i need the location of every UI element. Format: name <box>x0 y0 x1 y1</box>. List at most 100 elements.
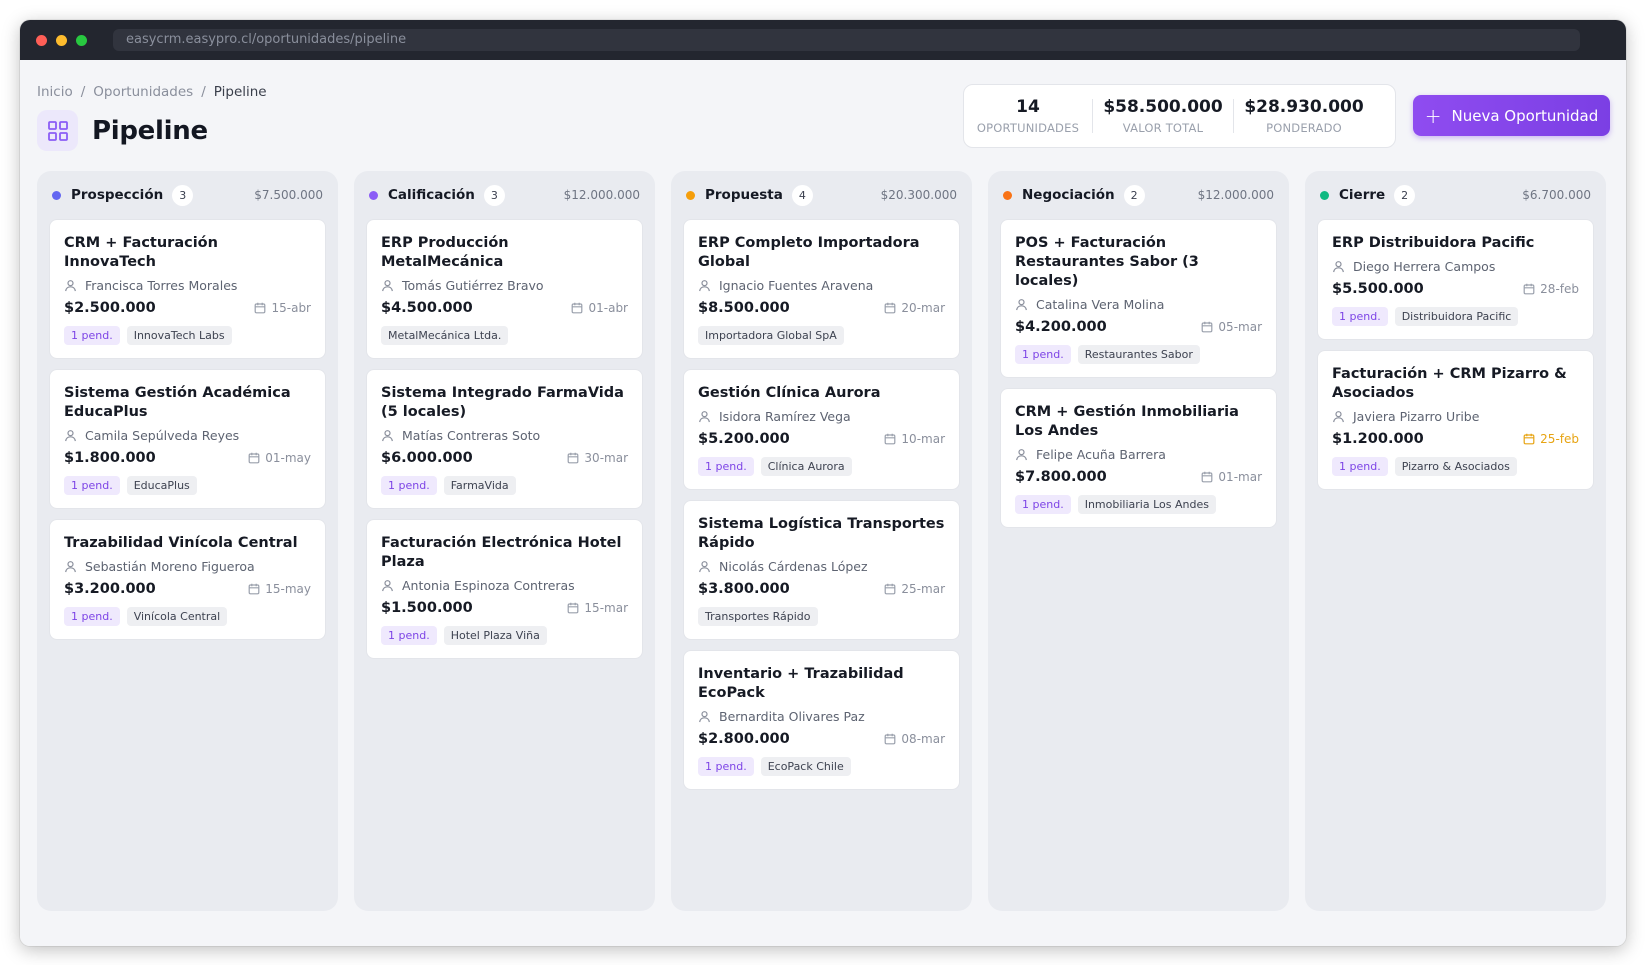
address-bar[interactable]: easycrm.easypro.cl/oportunidades/pipelin… <box>113 29 1580 51</box>
contact-name: Antonia Espinoza Contreras <box>402 578 575 593</box>
card-tags: Transportes Rápido <box>698 607 945 626</box>
card-contact: Matías Contreras Soto <box>381 428 628 443</box>
card-amount-row: $1.500.000 15-mar <box>381 600 628 616</box>
grid-icon <box>37 110 78 151</box>
user-icon <box>1332 410 1353 423</box>
card-contact: Francisca Torres Morales <box>64 278 311 293</box>
contact-name: Ignacio Fuentes Aravena <box>719 278 874 293</box>
company-tag: Restaurantes Sabor <box>1077 345 1200 364</box>
close-date: 28-feb <box>1540 282 1579 296</box>
calendar-icon <box>248 452 265 464</box>
card-tags: 1 pend. EcoPack Chile <box>698 757 945 776</box>
column-count-badge: 2 <box>1394 184 1416 206</box>
breadcrumb-item-oportunidades[interactable]: Oportunidades <box>93 84 193 100</box>
opportunity-card[interactable]: Trazabilidad Vinícola Central Sebastián M… <box>49 519 326 640</box>
stage-dot-icon <box>1320 190 1329 200</box>
card-amount-row: $3.800.000 25-mar <box>698 581 945 597</box>
opportunity-card[interactable]: Sistema Logística Transportes Rápido Nico… <box>683 500 960 640</box>
close-date: 25-feb <box>1540 432 1579 446</box>
browser-window: easycrm.easypro.cl/oportunidades/pipelin… <box>20 20 1626 946</box>
opportunity-card[interactable]: Facturación + CRM Pizarro & Asociados Jav… <box>1317 350 1594 490</box>
card-amount-row: $1.200.000 25-feb <box>1332 431 1579 447</box>
card-tags: 1 pend. Distribuidora Pacific <box>1332 307 1579 326</box>
opportunity-card[interactable]: Sistema Gestión Académica EducaPlus Camil… <box>49 369 326 509</box>
breadcrumb-item-current: Pipeline <box>213 84 267 100</box>
user-icon <box>64 560 85 573</box>
card-contact: Camila Sepúlveda Reyes <box>64 428 311 443</box>
close-date: 01-may <box>265 451 311 465</box>
user-icon <box>64 429 85 442</box>
card-date: 15-abr <box>254 301 311 315</box>
opportunity-card[interactable]: ERP Completo Importadora Global Ignacio F… <box>683 219 960 359</box>
stage-dot-icon <box>369 190 378 200</box>
opportunity-card[interactable]: ERP Producción MetalMecánica Tomás Gutiér… <box>366 219 643 359</box>
card-date: 05-mar <box>1201 320 1262 334</box>
opportunity-card[interactable]: Facturación Electrónica Hotel Plaza Anton… <box>366 519 643 659</box>
company-tag: Pizarro & Asociados <box>1394 457 1517 476</box>
calendar-icon <box>571 302 588 314</box>
contact-name: Tomás Gutiérrez Bravo <box>402 278 544 293</box>
column-total: $6.700.000 <box>1522 188 1591 202</box>
card-title: ERP Completo Importadora Global <box>698 235 920 270</box>
user-icon <box>1015 448 1036 461</box>
opportunity-card[interactable]: Inventario + Trazabilidad EcoPack Bernard… <box>683 650 960 790</box>
card-tags: MetalMecánica Ltda. <box>381 326 628 345</box>
stat-value: $28.930.000 <box>1244 97 1364 117</box>
user-icon <box>381 429 402 442</box>
opportunity-card[interactable]: Gestión Clínica Aurora Isidora Ramírez Ve… <box>683 369 960 490</box>
opportunity-card[interactable]: POS + Facturación Restaurantes Sabor (3 … <box>1000 219 1277 378</box>
card-tags: 1 pend. Hotel Plaza Viña <box>381 626 628 645</box>
card-title: Inventario + Trazabilidad EcoPack <box>698 666 904 701</box>
card-amount-row: $3.200.000 15-may <box>64 581 311 597</box>
close-date: 01-abr <box>588 301 628 315</box>
close-date: 15-mar <box>584 601 628 615</box>
opportunity-card[interactable]: CRM + Gestión Inmobiliaria Los Andes Feli… <box>1000 388 1277 528</box>
card-amount-row: $7.800.000 01-mar <box>1015 469 1262 485</box>
column-name: Prospección <box>71 187 164 203</box>
stat-oportunidades: 14 OPORTUNIDADES <box>964 97 1092 135</box>
pending-tasks-badge: 1 pend. <box>381 476 437 495</box>
card-tags: 1 pend. Vinícola Central <box>64 607 311 626</box>
card-tags: 1 pend. Clínica Aurora <box>698 457 945 476</box>
user-icon <box>1015 298 1036 311</box>
calendar-icon <box>254 302 271 314</box>
pending-tasks-badge: 1 pend. <box>381 626 437 645</box>
close-date: 01-mar <box>1218 470 1262 484</box>
calendar-icon <box>1201 321 1218 333</box>
pending-tasks-badge: 1 pend. <box>64 607 120 626</box>
column-header: Calificación 3 $12.000.000 <box>366 171 643 219</box>
card-amount: $2.800.000 <box>698 731 790 747</box>
stats-panel: 14 OPORTUNIDADES $58.500.000 VALOR TOTAL… <box>963 84 1396 148</box>
card-tags: 1 pend. Pizarro & Asociados <box>1332 457 1579 476</box>
opportunity-card[interactable]: Sistema Integrado FarmaVida (5 locales) M… <box>366 369 643 509</box>
card-contact: Sebastián Moreno Figueroa <box>64 559 311 574</box>
opportunity-card[interactable]: ERP Distribuidora Pacific Diego Herrera C… <box>1317 219 1594 340</box>
card-amount-row: $2.500.000 15-abr <box>64 300 311 316</box>
maximize-window-button[interactable] <box>76 34 87 46</box>
column-name: Propuesta <box>705 187 783 203</box>
stat-label: VALOR TOTAL <box>1122 121 1204 135</box>
stat-ponderado: $28.930.000 PONDERADO <box>1234 97 1374 135</box>
user-icon <box>698 279 719 292</box>
company-tag: FarmaVida <box>443 476 516 495</box>
contact-name: Javiera Pizarro Uribe <box>1353 409 1480 424</box>
card-amount-row: $1.800.000 01-may <box>64 450 311 466</box>
minimize-window-button[interactable] <box>56 34 67 46</box>
plus-icon: + <box>1424 103 1442 128</box>
calendar-icon <box>567 452 584 464</box>
close-window-button[interactable] <box>36 34 47 46</box>
pending-tasks-badge: 1 pend. <box>64 326 120 345</box>
column-total: $12.000.000 <box>1197 188 1274 202</box>
contact-name: Francisca Torres Morales <box>85 278 238 293</box>
new-opportunity-button[interactable]: + Nueva Oportunidad <box>1413 95 1610 136</box>
breadcrumb-item-inicio[interactable]: Inicio <box>37 84 73 100</box>
card-title: Sistema Logística Transportes Rápido <box>698 516 945 551</box>
column-header: Propuesta 4 $20.300.000 <box>683 171 960 219</box>
card-contact: Bernardita Olivares Paz <box>698 709 945 724</box>
opportunity-card[interactable]: CRM + Facturación InnovaTech Francisca To… <box>49 219 326 359</box>
column-header: Prospección 3 $7.500.000 <box>49 171 326 219</box>
card-tags: 1 pend. EducaPlus <box>64 476 311 495</box>
pending-tasks-badge: 1 pend. <box>1332 457 1388 476</box>
contact-name: Isidora Ramírez Vega <box>719 409 851 424</box>
card-date: 20-mar <box>884 301 945 315</box>
